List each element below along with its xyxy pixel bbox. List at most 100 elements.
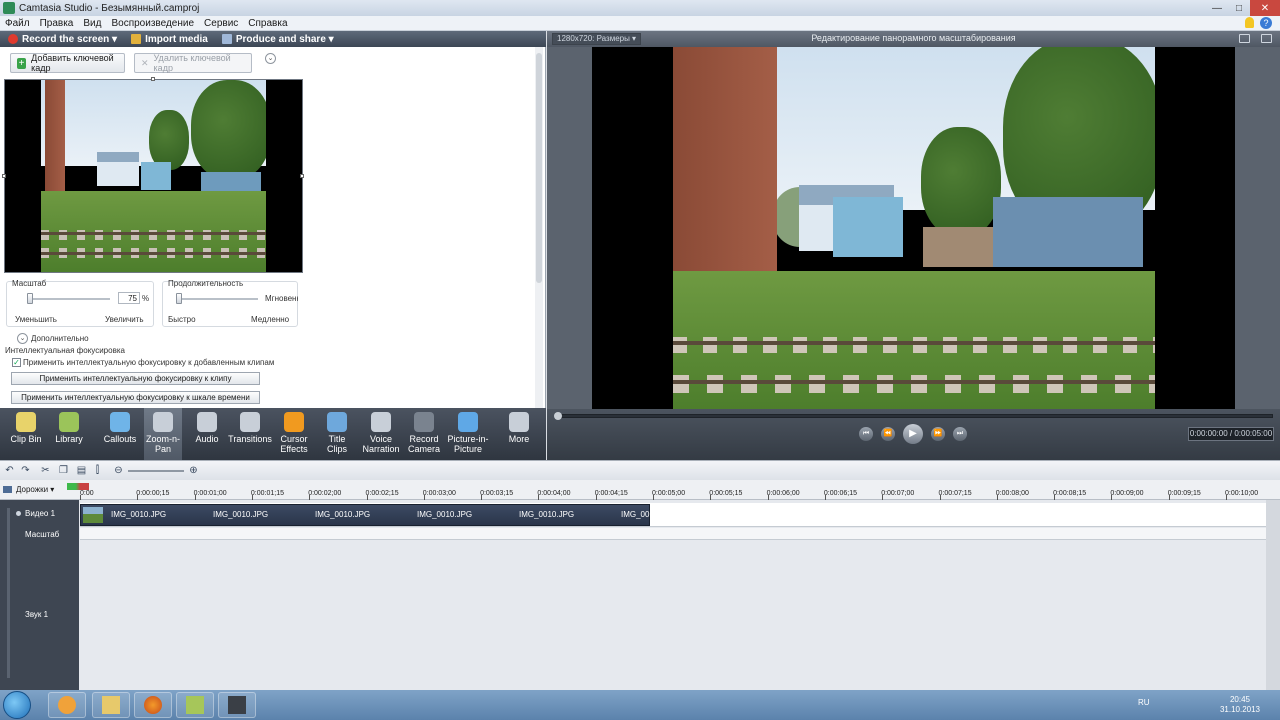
slow-label: Медленно <box>251 315 290 324</box>
menu-tools[interactable]: Сервис <box>199 18 243 29</box>
zoom-in-icon[interactable]: ⊕ <box>188 465 199 476</box>
advanced-toggle[interactable]: Дополнительно <box>31 334 89 343</box>
fullscreen-icon[interactable] <box>1261 34 1272 43</box>
cut-icon[interactable]: ✂ <box>40 465 51 476</box>
timeline-zoom-slider[interactable] <box>128 470 184 472</box>
clip-bin-icon <box>16 412 36 432</box>
video-track-row[interactable]: IMG_0010.JPG IMG_0010.JPG IMG_0010.JPG I… <box>80 503 1266 527</box>
clip-label: IMG_0010.JPG <box>111 510 167 519</box>
record-screen-button[interactable]: Record the screen ▾ <box>8 34 117 45</box>
timeline-ruler[interactable]: Дорожки ▾ 0:00 0:00:00;15 0:00:01;00 0:00:0… <box>0 480 1280 500</box>
redo-icon[interactable]: ↷ <box>20 465 31 476</box>
resize-handle[interactable] <box>151 77 155 81</box>
tool-picture-in-picture[interactable]: Picture-in- Picture <box>446 408 490 460</box>
tips-bulb-icon[interactable] <box>1245 17 1254 28</box>
window-controls: — □ ✕ <box>1206 0 1280 16</box>
audio-track-label[interactable]: Звук 1 <box>25 610 48 619</box>
preview-photo <box>673 47 1155 409</box>
minimize-button[interactable]: — <box>1206 0 1228 16</box>
paste-icon[interactable]: ▤ <box>76 465 87 476</box>
video-track-label[interactable]: Видео 1 <box>25 509 55 518</box>
taskbar-recorder[interactable] <box>218 692 256 718</box>
menu-edit[interactable]: Правка <box>35 18 79 29</box>
timeline-vertical-scrollbar[interactable] <box>1266 500 1280 690</box>
tool-more[interactable]: More <box>502 408 536 460</box>
time-display: 0:00:00:00 / 0:00:05:00 <box>1188 427 1274 441</box>
tool-cursor-effects[interactable]: Cursor Effects <box>276 408 312 460</box>
apply-smart-focus-clip-button[interactable]: Применить интеллектуальную фокусировку к… <box>11 372 260 385</box>
panel-scrollbar[interactable] <box>535 47 543 408</box>
close-button[interactable]: ✕ <box>1250 0 1280 16</box>
camtasia-app-icon <box>3 2 15 14</box>
tracks-button[interactable]: Дорожки ▾ <box>3 485 54 494</box>
seek-knob[interactable] <box>554 412 562 420</box>
copy-icon[interactable]: ❐ <box>58 465 69 476</box>
rewind-button[interactable]: ⏪ <box>881 427 895 441</box>
duration-slider-track[interactable] <box>180 298 258 300</box>
smart-focus-checkbox[interactable]: ✓ <box>12 358 21 367</box>
tool-voice-narration[interactable]: Voice Narration <box>360 408 402 460</box>
detach-icon[interactable] <box>1239 34 1250 43</box>
system-clock[interactable]: 20:45 31.10.2013 <box>1220 695 1260 715</box>
import-media-button[interactable]: Import media <box>131 34 208 45</box>
taskbar-camtasia[interactable] <box>176 692 214 718</box>
menu-help[interactable]: Справка <box>243 18 292 29</box>
menu-file[interactable]: Файл <box>0 18 35 29</box>
play-button[interactable]: ▶ <box>903 424 923 444</box>
menu-play[interactable]: Воспроизведение <box>106 18 199 29</box>
menu-view[interactable]: Вид <box>78 18 106 29</box>
taskbar-firefox[interactable] <box>134 692 172 718</box>
playback-controls: ⏮ ⏪ ▶ ⏩ ⏭ 0:00:00:00 / 0:00:05:00 <box>547 409 1280 460</box>
chevron-down-icon[interactable]: ⌄ <box>265 53 276 64</box>
taskbar-explorer[interactable] <box>92 692 130 718</box>
scale-slider-track[interactable] <box>30 298 110 300</box>
scrollbar-thumb[interactable] <box>536 53 542 283</box>
rail-ties <box>673 337 1155 353</box>
seek-bar[interactable] <box>554 412 1273 420</box>
tool-zoom-n-pan[interactable]: Zoom-n- Pan <box>144 408 182 460</box>
tool-title-clips[interactable]: Title Clips <box>320 408 354 460</box>
help-icon[interactable]: ? <box>1260 17 1272 29</box>
zoom-out-icon[interactable]: ⊖ <box>113 465 124 476</box>
produce-share-button[interactable]: Produce and share ▾ <box>221 34 334 45</box>
resize-handle[interactable] <box>2 174 6 178</box>
tool-audio[interactable]: Audio <box>190 408 224 460</box>
barn <box>923 227 993 267</box>
scale-value-input[interactable]: 75 <box>118 292 140 304</box>
maximize-button[interactable]: □ <box>1228 0 1250 16</box>
scale-track-row[interactable] <box>80 528 1266 540</box>
go-to-end-button[interactable]: ⏭ <box>953 427 967 441</box>
preview-canvas[interactable] <box>592 47 1235 409</box>
ruler-tick-label: 0:00:01;00 <box>193 490 227 497</box>
tool-transitions[interactable]: Transitions <box>228 408 272 460</box>
language-indicator[interactable]: RU <box>1138 698 1150 707</box>
tracks-label: Дорожки ▾ <box>16 485 55 494</box>
track-dot-icon <box>16 511 21 516</box>
fast-forward-button[interactable]: ⏩ <box>931 427 945 441</box>
apply-smart-focus-timeline-button[interactable]: Применить интеллектуальную фокусировку к… <box>11 391 260 404</box>
playhead-marker[interactable] <box>67 483 89 490</box>
add-keyframe-button[interactable]: + Добавить ключевой кадр <box>10 53 125 73</box>
duration-slider-thumb[interactable] <box>176 293 182 304</box>
zoom-thumbnail[interactable] <box>2 77 304 273</box>
tool-record-camera[interactable]: Record Camera <box>404 408 444 460</box>
split-icon[interactable]: ⫿ <box>92 465 103 476</box>
scale-track-label[interactable]: Масштаб <box>25 530 59 539</box>
tools-bar: Clip Bin Library Callouts Zoom-n- Pan Au… <box>0 408 546 460</box>
scale-slider-thumb[interactable] <box>27 293 33 304</box>
clip-label: IMG_0010.JPG <box>315 510 371 519</box>
start-button[interactable] <box>3 691 31 719</box>
taskbar-media-player[interactable] <box>48 692 86 718</box>
tool-clip-bin[interactable]: Clip Bin <box>6 408 46 460</box>
tool-library[interactable]: Library <box>50 408 88 460</box>
undo-icon[interactable]: ↶ <box>4 465 15 476</box>
smart-focus-title: Интеллектуальная фокусировка <box>5 346 125 355</box>
resize-handle[interactable] <box>300 174 304 178</box>
task-toolbar: Record the screen ▾ Import media Produce… <box>0 31 546 47</box>
timeline-area: Видео 1 Масштаб Звук 1 IMG_0010.JPG IMG_… <box>0 500 1280 690</box>
tool-callouts[interactable]: Callouts <box>100 408 140 460</box>
expand-chevron-icon[interactable]: ⌄ <box>17 333 28 344</box>
go-to-start-button[interactable]: ⏮ <box>859 427 873 441</box>
delete-keyframe-button[interactable]: ✕ Удалить ключевой кадр <box>134 53 252 73</box>
video-clip[interactable]: IMG_0010.JPG IMG_0010.JPG IMG_0010.JPG I… <box>80 504 654 526</box>
